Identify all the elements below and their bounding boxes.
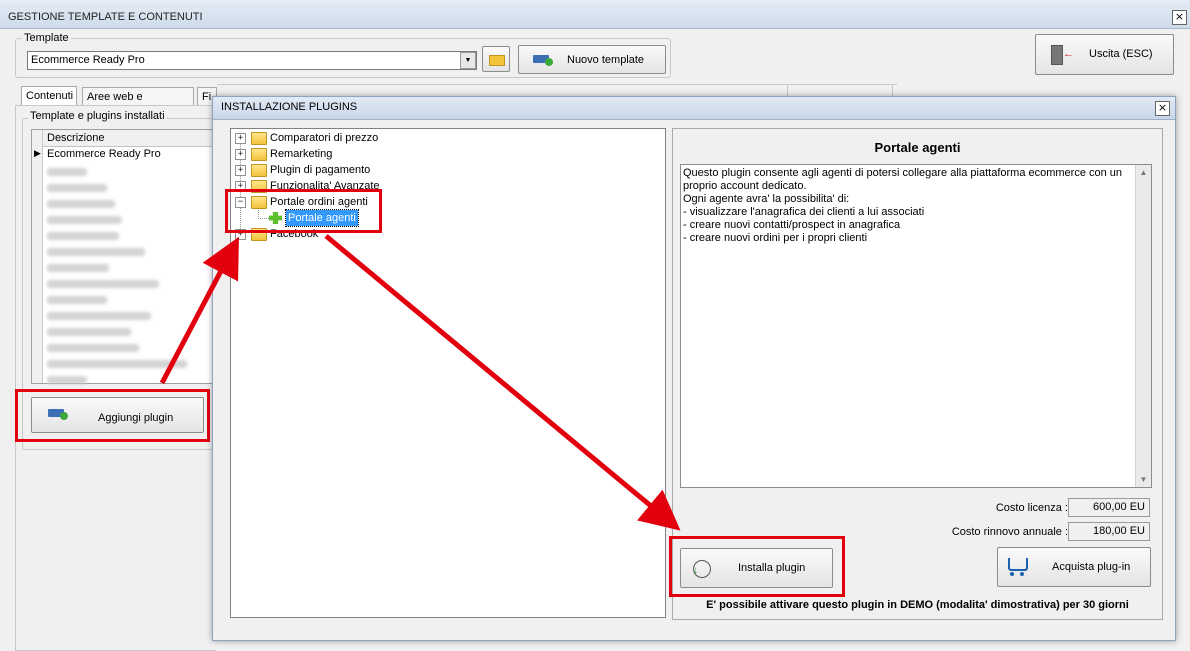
annotation-arrows: [159, 234, 681, 531]
arrow-add-to-tree: [159, 236, 239, 385]
arrow-tree-to-install: [324, 234, 681, 531]
